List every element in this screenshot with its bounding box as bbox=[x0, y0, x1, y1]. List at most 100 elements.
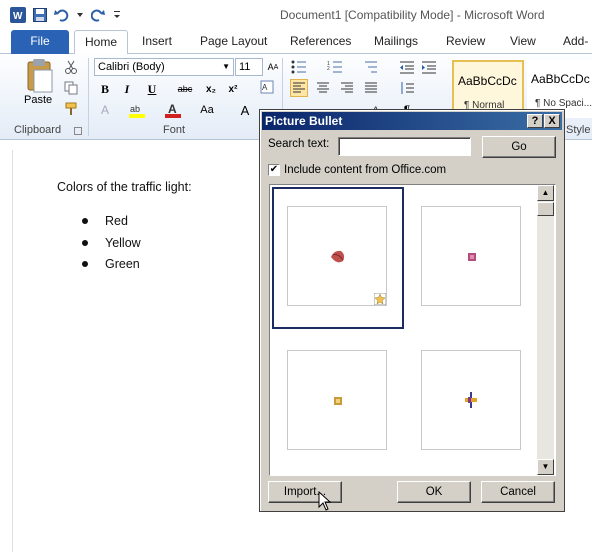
cut-icon[interactable] bbox=[62, 58, 80, 76]
tab-home[interactable]: Home bbox=[74, 30, 129, 55]
multilevel-list-icon[interactable] bbox=[362, 58, 380, 76]
character-shading-icon[interactable]: A bbox=[236, 101, 254, 119]
decrease-indent-icon[interactable] bbox=[398, 58, 416, 76]
clipboard-group-label: Clipboard bbox=[14, 124, 62, 136]
align-center-icon[interactable] bbox=[314, 79, 332, 97]
styles-group-label: Style bbox=[566, 124, 591, 136]
tab-view[interactable]: View bbox=[500, 30, 546, 54]
gallery-scrollbar[interactable]: ▲ ▼ bbox=[537, 185, 554, 475]
picture-bullet-dialog: Picture Bullet ? X Search text: Go ✔ Inc… bbox=[259, 109, 565, 512]
scroll-up-button[interactable]: ▲ bbox=[537, 185, 554, 201]
font-name-value: Calibri (Body) bbox=[98, 61, 165, 73]
increase-indent-icon[interactable] bbox=[420, 58, 438, 76]
clip-art-badge-icon bbox=[374, 293, 386, 305]
dialog-title-bar: Picture Bullet bbox=[262, 112, 562, 130]
save-icon[interactable] bbox=[32, 7, 48, 23]
cancel-button[interactable]: Cancel bbox=[481, 481, 555, 503]
paste-icon[interactable] bbox=[22, 58, 56, 94]
bullet-tile[interactable] bbox=[421, 350, 521, 450]
list-item-text: Green bbox=[105, 257, 140, 271]
square-bullet-icon bbox=[468, 253, 476, 261]
tab-add-ins[interactable]: Add-I bbox=[553, 30, 592, 70]
mouse-pointer-icon bbox=[318, 491, 332, 511]
bullets-icon[interactable] bbox=[290, 58, 308, 76]
bullet-tile[interactable] bbox=[421, 206, 521, 306]
bullet-icon bbox=[82, 261, 88, 267]
font-group-label: Font bbox=[163, 124, 186, 136]
tab-review[interactable]: Review bbox=[436, 30, 495, 54]
tab-mailings[interactable]: Mailings bbox=[364, 30, 428, 54]
page-edge bbox=[12, 150, 13, 552]
close-button[interactable]: X bbox=[544, 114, 560, 128]
square-bullet-icon bbox=[334, 397, 342, 405]
numbering-icon[interactable]: 12 bbox=[326, 58, 344, 76]
picture-gallery[interactable]: ▲ ▼ bbox=[269, 184, 556, 476]
window-title: Document1 [Compatibility Mode] - Microso… bbox=[280, 8, 545, 22]
list-item-text: Red bbox=[105, 214, 128, 228]
undo-dropdown-icon[interactable] bbox=[76, 7, 84, 23]
copy-icon[interactable] bbox=[62, 79, 80, 97]
title-bar: W Document1 [Compatibility Mode] - Micro… bbox=[0, 0, 592, 30]
ribbon-tabs: File Home Insert Page Layout References … bbox=[0, 30, 592, 70]
underline-icon[interactable]: U bbox=[143, 80, 161, 98]
list-item[interactable]: Green bbox=[82, 257, 140, 271]
tab-file[interactable]: File bbox=[11, 30, 69, 54]
bullet-tile[interactable] bbox=[287, 206, 387, 306]
include-office-row[interactable]: ✔ Include content from Office.com bbox=[268, 164, 446, 176]
tab-insert[interactable]: Insert bbox=[132, 30, 182, 54]
scroll-down-button[interactable]: ▼ bbox=[537, 459, 554, 475]
search-input[interactable] bbox=[338, 137, 471, 156]
tab-page-layout[interactable]: Page Layout bbox=[190, 30, 277, 54]
cross-bullet-icon bbox=[465, 392, 477, 408]
svg-text:W: W bbox=[13, 11, 23, 22]
grow-font-icon[interactable]: AA bbox=[264, 58, 282, 76]
redo-icon[interactable] bbox=[90, 7, 106, 23]
document-heading[interactable]: Colors of the traffic light: bbox=[57, 180, 192, 194]
style-no-spacing-name: ¶ No Spaci... bbox=[535, 98, 592, 109]
strikethrough-icon[interactable]: abc bbox=[176, 80, 194, 98]
list-item[interactable]: Red bbox=[82, 214, 128, 228]
font-name-combo[interactable]: Calibri (Body) ▼ bbox=[94, 58, 234, 76]
list-item[interactable]: Yellow bbox=[82, 236, 141, 250]
scroll-thumb[interactable] bbox=[537, 202, 554, 216]
include-office-checkbox[interactable]: ✔ bbox=[268, 164, 280, 176]
subscript-icon[interactable]: x₂ bbox=[202, 80, 220, 98]
align-left-icon[interactable] bbox=[290, 79, 308, 97]
svg-text:A: A bbox=[262, 83, 268, 92]
superscript-icon[interactable]: x² bbox=[224, 80, 242, 98]
format-painter-icon[interactable] bbox=[62, 100, 80, 118]
customize-toolbar-icon[interactable] bbox=[112, 7, 122, 23]
italic-icon[interactable]: I bbox=[118, 80, 136, 98]
svg-text:A: A bbox=[168, 102, 177, 116]
font-size-value: 11 bbox=[239, 61, 251, 73]
include-office-label: Include content from Office.com bbox=[284, 164, 447, 176]
help-button[interactable]: ? bbox=[527, 114, 543, 128]
tab-references[interactable]: References bbox=[280, 30, 361, 54]
font-size-combo[interactable]: 11 bbox=[235, 58, 263, 76]
font-color-icon[interactable]: A bbox=[164, 101, 182, 119]
ok-button[interactable]: OK bbox=[397, 481, 471, 503]
clear-formatting-icon[interactable]: A bbox=[258, 78, 276, 96]
bullet-icon bbox=[82, 240, 88, 246]
leaf-bullet-icon bbox=[331, 250, 345, 263]
line-spacing-icon[interactable] bbox=[398, 79, 416, 97]
group-separator bbox=[88, 58, 89, 136]
undo-icon[interactable] bbox=[54, 7, 70, 23]
justify-icon[interactable] bbox=[362, 79, 380, 97]
bullet-icon bbox=[82, 218, 88, 224]
highlight-icon[interactable]: ab bbox=[128, 101, 146, 119]
bullet-tile[interactable] bbox=[287, 350, 387, 450]
quick-access-toolbar: W bbox=[10, 7, 122, 23]
dialog-title: Picture Bullet bbox=[265, 114, 343, 128]
text-effects-icon[interactable]: A bbox=[96, 101, 114, 119]
go-button[interactable]: Go bbox=[482, 136, 556, 158]
clipboard-launcher-icon[interactable] bbox=[74, 127, 82, 135]
style-no-spacing-preview: AaBbCcDc bbox=[531, 72, 590, 86]
svg-text:2: 2 bbox=[327, 66, 330, 72]
bold-icon[interactable]: B bbox=[96, 80, 114, 98]
align-right-icon[interactable] bbox=[338, 79, 356, 97]
word-logo-icon[interactable]: W bbox=[10, 7, 26, 23]
list-item-text: Yellow bbox=[105, 236, 141, 250]
change-case-icon[interactable]: Aa bbox=[198, 101, 216, 119]
paste-label[interactable]: Paste bbox=[24, 94, 52, 106]
